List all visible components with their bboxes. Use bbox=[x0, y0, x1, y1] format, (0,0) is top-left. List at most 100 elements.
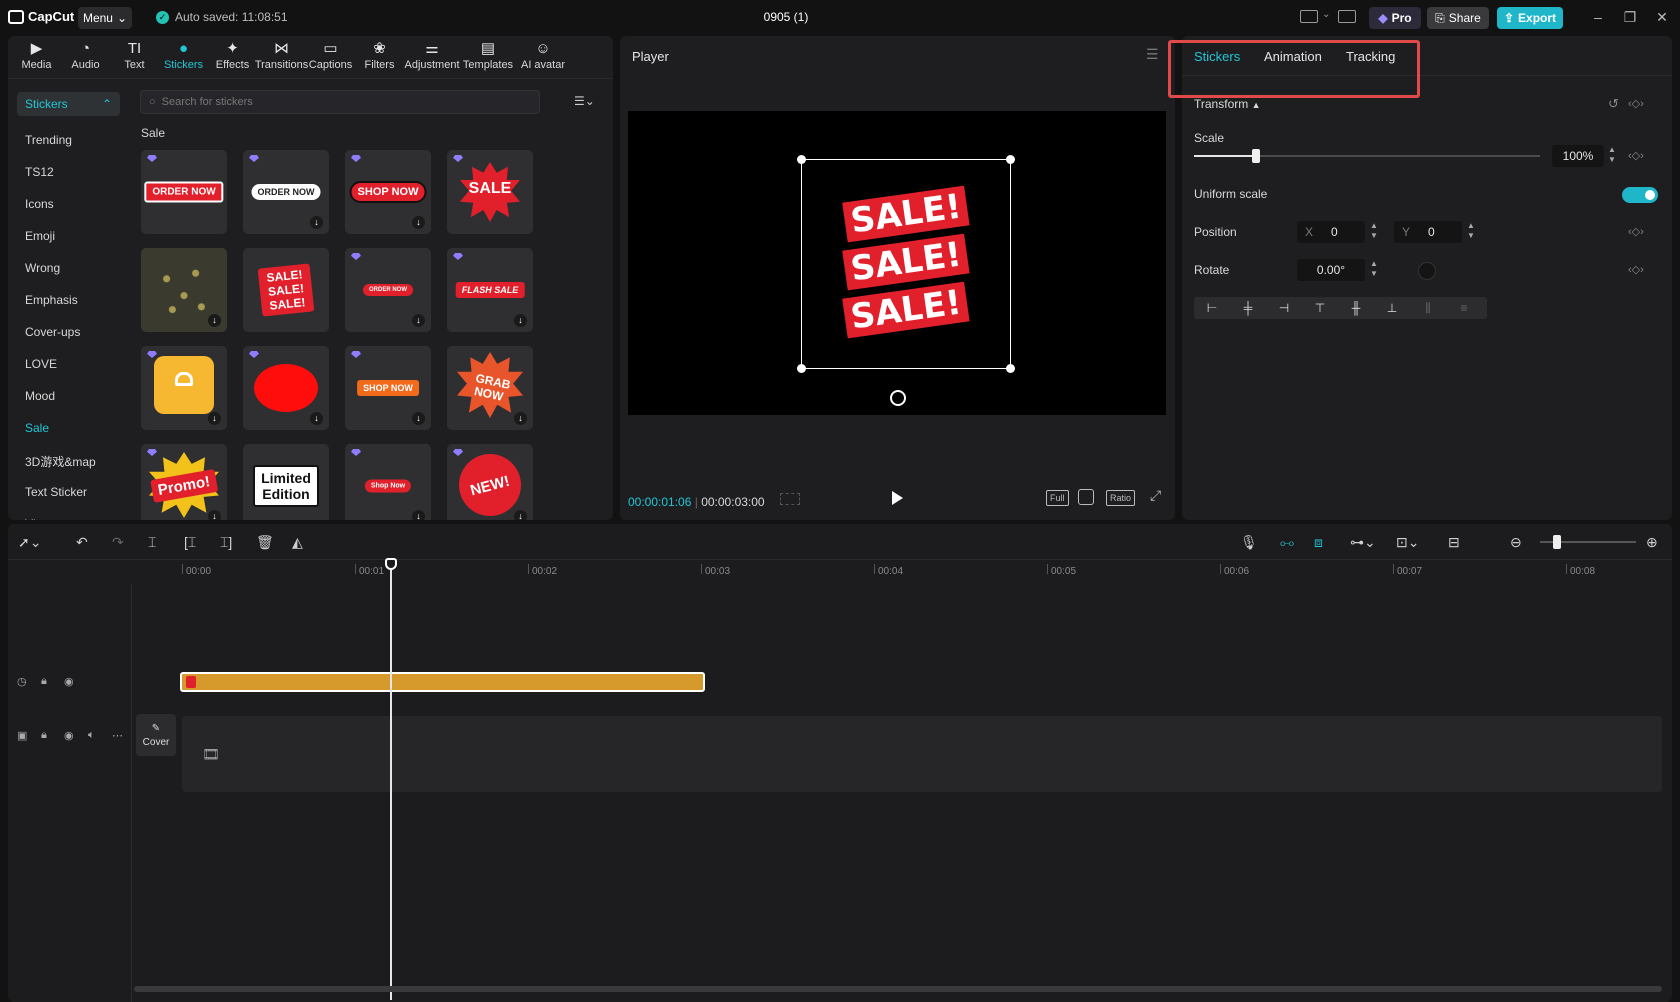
eye-icon[interactable]: ◉ bbox=[64, 729, 74, 742]
keyframe-nav-icon[interactable]: ‹◇› bbox=[1628, 225, 1644, 238]
reset-icon[interactable]: ↺ bbox=[1608, 96, 1619, 112]
sticker-clip[interactable] bbox=[180, 672, 705, 692]
category-item[interactable]: Emoji bbox=[25, 229, 55, 243]
align-right-icon[interactable]: ⊣ bbox=[1266, 297, 1302, 319]
restore-icon[interactable]: ❐ bbox=[1620, 8, 1640, 26]
category-item[interactable]: LOVE bbox=[25, 357, 57, 371]
close-icon[interactable]: ✕ bbox=[1652, 8, 1672, 26]
category-item[interactable]: 3D游戏&map bbox=[25, 453, 96, 470]
sticker-item[interactable]: ORDER NOW ↓ bbox=[345, 248, 431, 332]
rotate-stepper-icon[interactable]: ▲ ▼ bbox=[1368, 259, 1380, 281]
x-stepper-icon[interactable]: ▲ ▼ bbox=[1368, 221, 1380, 243]
transform-section[interactable]: Transform ▲ bbox=[1194, 97, 1261, 111]
download-icon[interactable]: ↓ bbox=[514, 510, 527, 520]
lock-icon[interactable]: 🔒︎ bbox=[41, 729, 47, 742]
category-dropdown[interactable]: Stickers ⌃ bbox=[17, 92, 120, 116]
keyframe-nav-icon[interactable]: ‹◇› bbox=[1628, 263, 1644, 276]
align-center-h-icon[interactable]: ╪ bbox=[1230, 297, 1266, 319]
zoom-slider-handle[interactable] bbox=[1553, 535, 1561, 549]
resize-handle[interactable] bbox=[1006, 364, 1015, 373]
search-input[interactable]: ○ Search for stickers bbox=[140, 90, 540, 114]
play-icon[interactable] bbox=[892, 491, 903, 505]
player-menu-icon[interactable]: ☰ bbox=[1146, 46, 1159, 63]
fit-icon[interactable]: ⊟ bbox=[1448, 534, 1460, 550]
keyframe-nav-icon[interactable]: ‹◇› bbox=[1628, 149, 1644, 162]
preview-canvas[interactable]: SALE! SALE! SALE! bbox=[628, 111, 1166, 415]
download-icon[interactable]: ↓ bbox=[208, 412, 221, 425]
category-item[interactable]: Mood bbox=[25, 389, 55, 403]
tab-audio[interactable]: ◔ Audio bbox=[61, 36, 110, 76]
keyframe-nav-icon[interactable]: ‹◇› bbox=[1628, 97, 1644, 110]
zoom-out-icon[interactable]: ⊖ bbox=[1510, 534, 1522, 550]
zoom-preview-icon[interactable] bbox=[1078, 489, 1094, 505]
clock-icon[interactable]: ◷ bbox=[17, 675, 27, 688]
sticker-item[interactable]: GRAB NOW ↓ bbox=[447, 346, 533, 430]
sticker-item[interactable]: SALE! SALE! SALE! bbox=[243, 248, 329, 332]
timecode-grid-icon[interactable] bbox=[780, 493, 800, 505]
resize-handle[interactable] bbox=[1006, 155, 1015, 164]
tab-text[interactable]: TI Text bbox=[110, 36, 159, 76]
download-icon[interactable]: ↓ bbox=[412, 510, 425, 520]
sticker-item[interactable]: ORDER NOW ↓ bbox=[243, 150, 329, 234]
align-left-icon[interactable]: ⊢ bbox=[1194, 297, 1230, 319]
rotate-handle-icon[interactable] bbox=[890, 390, 906, 406]
select-tool-icon[interactable]: ➚⌄ bbox=[18, 534, 41, 550]
download-icon[interactable]: ↓ bbox=[208, 314, 221, 327]
preview-axis-icon[interactable]: ⊡⌄ bbox=[1396, 534, 1419, 550]
scale-input[interactable]: 100% bbox=[1552, 145, 1604, 167]
time-ruler[interactable]: 00:00 00:01 00:02 00:03 00:04 00:05 00:06 00:07… bbox=[182, 560, 1672, 584]
download-icon[interactable]: ↓ bbox=[514, 314, 527, 327]
chevron-down-icon[interactable]: ⌄ bbox=[1322, 9, 1330, 20]
y-stepper-icon[interactable]: ▲ ▼ bbox=[1465, 221, 1477, 243]
undo-icon[interactable]: ↶ bbox=[76, 534, 88, 550]
mirror-icon[interactable]: ◭ bbox=[292, 534, 303, 550]
category-item[interactable]: Icons bbox=[25, 197, 54, 211]
cover-button[interactable]: ✎ Cover bbox=[136, 714, 176, 756]
tab-media[interactable]: ▶ Media bbox=[12, 36, 61, 76]
category-item[interactable]: Emphasis bbox=[25, 293, 78, 307]
sticker-selection-box[interactable]: SALE! SALE! SALE! bbox=[797, 155, 1015, 373]
sticker-item[interactable]: SHOP NOW ↓ bbox=[345, 346, 431, 430]
download-icon[interactable]: ↓ bbox=[514, 412, 527, 425]
pro-button[interactable]: ◆ Pro bbox=[1369, 7, 1421, 29]
category-item[interactable]: Vlog bbox=[25, 517, 49, 520]
sticker-item[interactable]: SALE bbox=[447, 150, 533, 234]
tab-adjustment[interactable]: ⚌ Adjustment bbox=[404, 36, 460, 76]
tab-templates[interactable]: ▤ Templates bbox=[460, 36, 516, 76]
main-video-track[interactable]: 🎞︎ bbox=[182, 716, 1662, 792]
rotate-dial-icon[interactable] bbox=[1418, 262, 1436, 280]
magnet-link-icon[interactable]: ⧟ bbox=[1280, 534, 1294, 550]
split-right-icon[interactable]: ⌶] bbox=[220, 534, 232, 550]
category-item[interactable]: Wrong bbox=[25, 261, 60, 275]
download-icon[interactable]: ↓ bbox=[412, 412, 425, 425]
tab-stickers[interactable]: ● Stickers bbox=[159, 36, 208, 76]
sticker-item[interactable]: Limited Edition bbox=[243, 444, 329, 520]
tab-filters[interactable]: ❀ Filters bbox=[355, 36, 404, 76]
redo-icon[interactable]: ↷ bbox=[112, 534, 124, 550]
tab-transitions[interactable]: ⋈ Transitions bbox=[255, 36, 308, 76]
category-item[interactable]: TS12 bbox=[25, 165, 54, 179]
lock-icon[interactable]: 🔒︎ bbox=[41, 675, 47, 688]
category-item[interactable]: Sale bbox=[25, 421, 49, 435]
sticker-item[interactable]: FLASH SALE ↓ bbox=[447, 248, 533, 332]
rotate-input[interactable]: 0.00° bbox=[1297, 259, 1365, 281]
sticker-item[interactable]: ↓ bbox=[141, 248, 227, 332]
position-y-input[interactable]: Y 0 bbox=[1394, 221, 1462, 243]
tab-captions[interactable]: ▭ Captions bbox=[306, 36, 355, 76]
scale-slider-handle[interactable] bbox=[1252, 149, 1261, 163]
layout-icon[interactable] bbox=[1300, 10, 1318, 23]
download-icon[interactable]: ↓ bbox=[412, 216, 425, 229]
download-icon[interactable]: ↓ bbox=[412, 314, 425, 327]
sticker-item[interactable]: Shop Now ↓ bbox=[345, 444, 431, 520]
ratio-button[interactable]: Ratio bbox=[1106, 490, 1136, 506]
align-top-icon[interactable]: ⊤ bbox=[1302, 297, 1338, 319]
speaker-icon[interactable]: 🔈︎ bbox=[88, 729, 95, 742]
scale-stepper-icon[interactable]: ▲ ▼ bbox=[1606, 145, 1618, 167]
microphone-icon[interactable]: 🎙 bbox=[1240, 534, 1258, 550]
playhead-handle[interactable] bbox=[385, 558, 397, 570]
link-icon[interactable]: ⊶⌄ bbox=[1350, 534, 1376, 550]
resize-handle[interactable] bbox=[797, 155, 806, 164]
sticker-item[interactable]: ORDER NOW bbox=[141, 150, 227, 234]
full-button[interactable]: Full bbox=[1046, 490, 1069, 506]
category-item[interactable]: Text Sticker bbox=[25, 485, 87, 499]
